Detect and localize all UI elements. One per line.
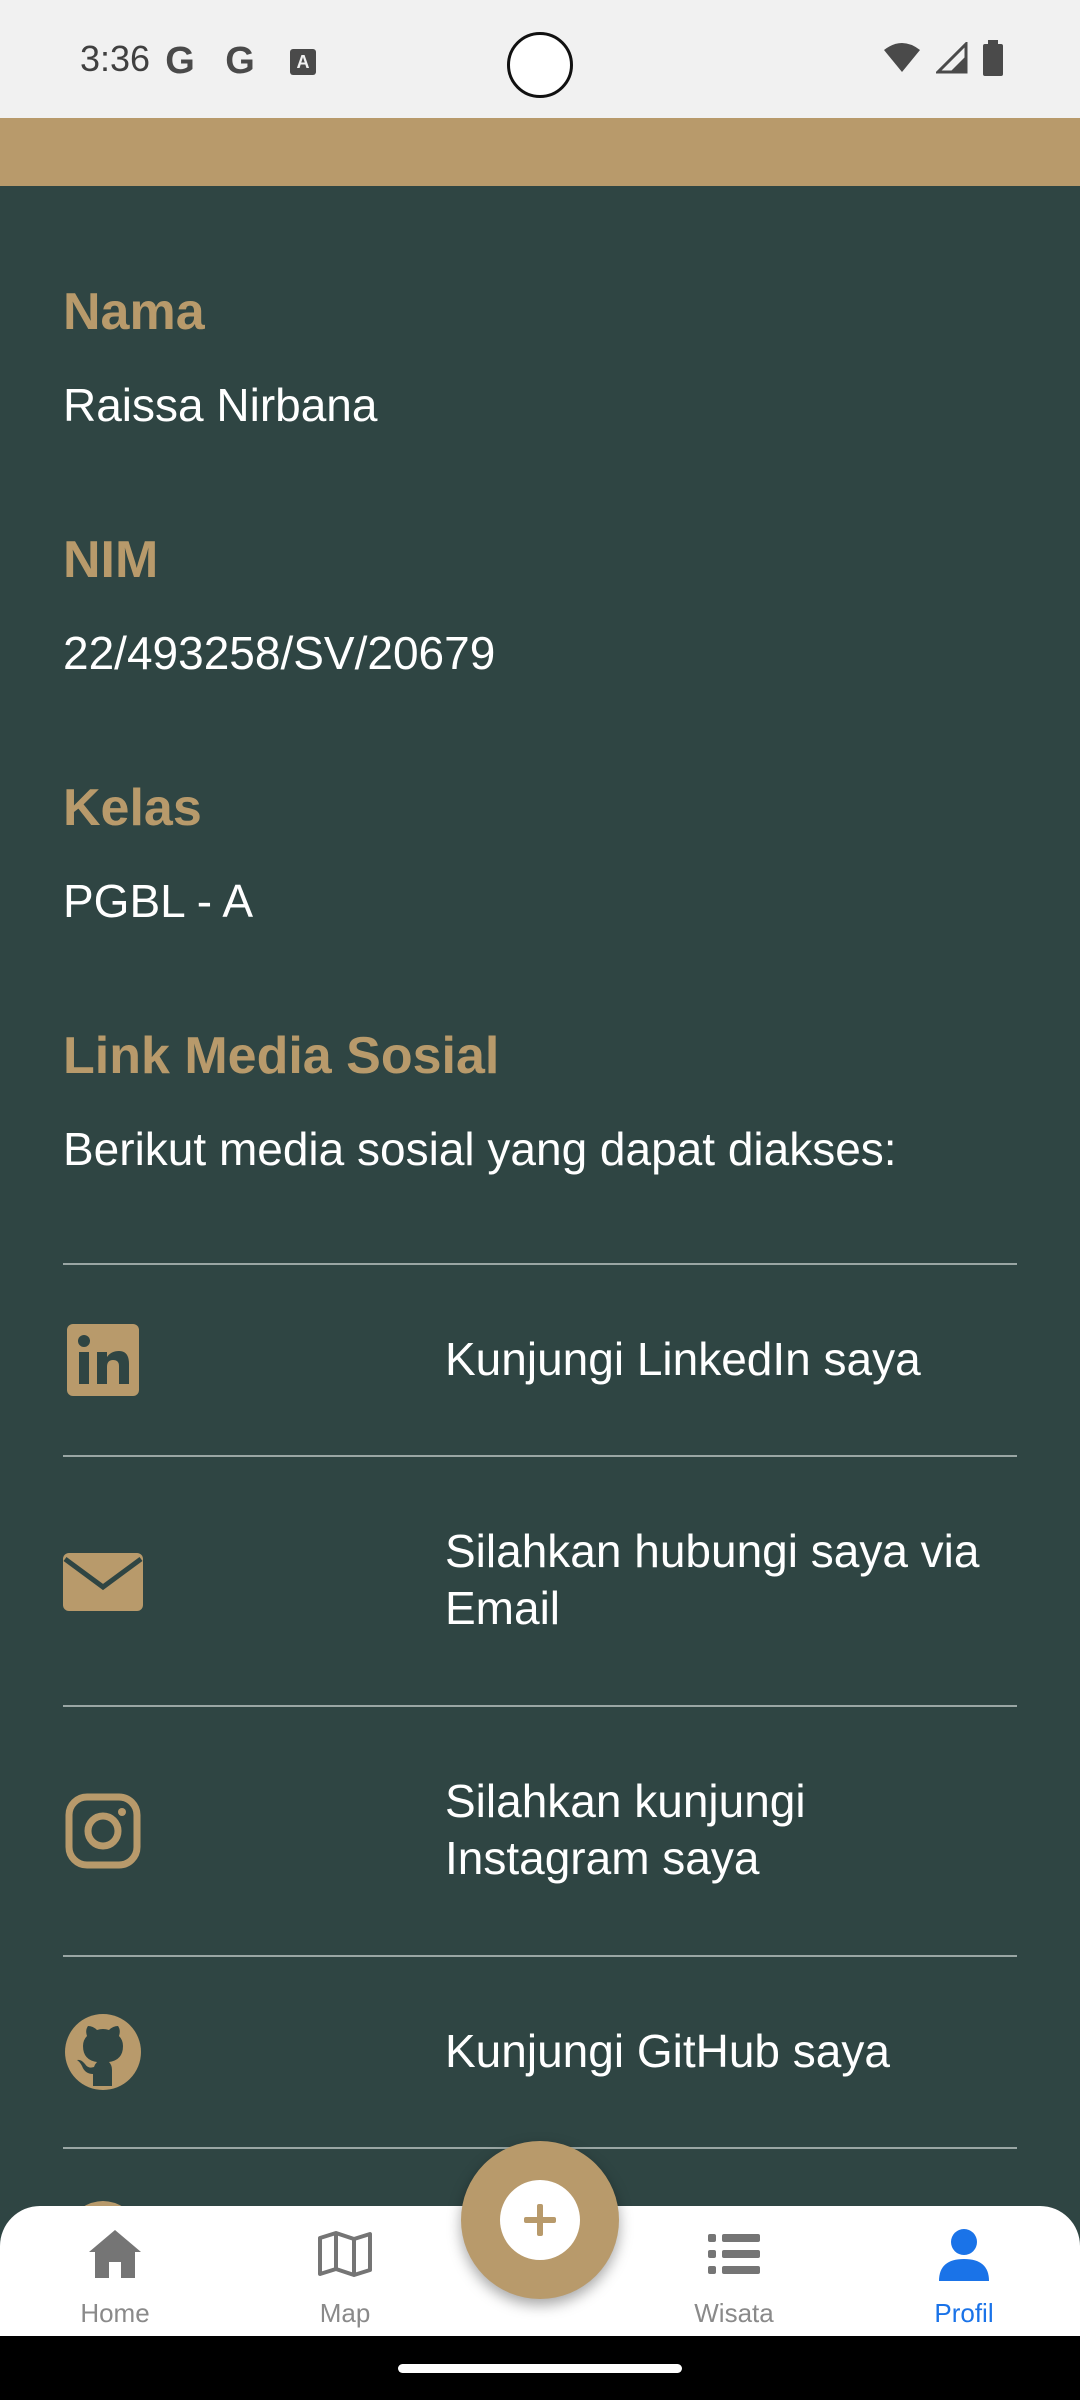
instagram-text: Silahkan kunjungi Instagram saya [445, 1775, 806, 1884]
linkedin-text: Kunjungi LinkedIn saya [445, 1333, 921, 1385]
name-value: Raissa Nirbana [63, 379, 378, 431]
nim-label: NIM [63, 531, 159, 589]
nav-map-label: Map [319, 2298, 371, 2328]
battery-icon [983, 40, 1003, 76]
kelas-label: Kelas [63, 779, 202, 837]
nav-wisata-label: Wisata [694, 2298, 774, 2328]
nav-map[interactable]: Map [265, 2224, 425, 2329]
system-icons [882, 40, 1004, 76]
list-icon [708, 2234, 760, 2274]
linkedin-icon [67, 1324, 139, 1396]
email-link[interactable]: Silahkan hubungi saya via Email [63, 1457, 1017, 1705]
nav-profil[interactable]: Profil [884, 2224, 1044, 2329]
nav-home[interactable]: Home [35, 2224, 195, 2329]
gesture-navigation-area [0, 2336, 1080, 2400]
social-section-title: Link Media Sosial [63, 1027, 500, 1085]
status-bar: 3:36 G G A [0, 0, 1080, 118]
wifi-icon [884, 43, 920, 72]
kelas-value: PGBL - A [63, 875, 254, 927]
add-fab-button[interactable] [461, 2141, 619, 2299]
instagram-icon [65, 1793, 141, 1869]
notification-icons: G G A [160, 40, 316, 83]
map-icon [318, 2231, 372, 2277]
instagram-link[interactable]: Silahkan kunjungi Instagram saya [63, 1707, 1017, 1955]
nav-wisata[interactable]: Wisata [654, 2224, 814, 2329]
google-icon: G [225, 40, 255, 82]
plus-icon [524, 2204, 556, 2236]
social-section-subtitle: Berikut media sosial yang dapat diakses: [63, 1123, 897, 1175]
signal-icon [936, 42, 968, 74]
email-text: Silahkan hubungi saya via Email [445, 1525, 980, 1634]
home-gesture-bar[interactable] [398, 2364, 682, 2373]
nav-profil-label: Profil [934, 2298, 994, 2328]
name-label: Nama [63, 283, 205, 341]
google-icon: G [165, 40, 195, 82]
nim-value: 22/493258/SV/20679 [63, 627, 496, 679]
status-time: 3:36 [80, 38, 151, 79]
person-icon [939, 2229, 989, 2281]
nav-home-label: Home [80, 2298, 150, 2328]
linkedin-link[interactable]: Kunjungi LinkedIn saya [63, 1265, 1017, 1455]
github-link[interactable]: Kunjungi GitHub saya [63, 1957, 1017, 2147]
header-accent-band [0, 118, 1080, 186]
home-icon [89, 2230, 141, 2278]
camera-cutout [507, 32, 573, 98]
github-icon [65, 2014, 141, 2090]
github-text: Kunjungi GitHub saya [445, 2025, 890, 2077]
app-notification-icon: A [290, 48, 316, 75]
email-icon [63, 1553, 143, 1611]
